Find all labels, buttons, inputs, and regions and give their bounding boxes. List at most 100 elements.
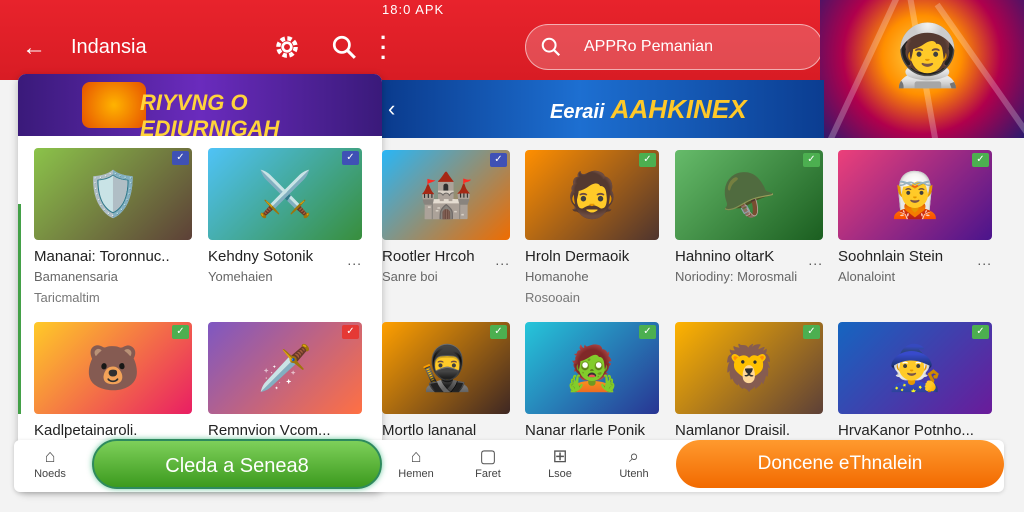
game-title: Namlanor Draisil. <box>675 422 791 439</box>
game-subtitle: Noriodiny: Morosmali <box>675 269 798 284</box>
promo-banner[interactable]: ‹ Eeraii AAHKINEX <box>380 80 824 138</box>
more-options-icon[interactable]: · · · <box>380 27 387 69</box>
check-icon: ✓ <box>639 153 656 167</box>
game-subtitle: Homanohe <box>525 269 589 284</box>
game-title: Mortlo lananal <box>382 422 477 439</box>
game-card[interactable]: 🥷 ✓ Mortlo lananal <box>382 322 510 439</box>
game-title: Soohnlain Stein <box>838 248 944 265</box>
game-thumbnail: 🧔 ✓ <box>525 150 659 240</box>
nav-label: Noeds <box>34 468 66 480</box>
nav-label: Hemen <box>398 468 434 480</box>
check-icon: ✓ <box>172 151 189 165</box>
game-badge-icon <box>82 82 146 128</box>
game-title: Hroln Dermaoik <box>525 248 630 265</box>
check-icon: ✓ <box>972 153 989 167</box>
card-more-icon[interactable]: ... <box>977 252 992 268</box>
library-icon: ⊞ <box>552 446 568 466</box>
nav-label: Lsoe <box>548 468 572 480</box>
game-thumbnail: ⚔️ ✓ <box>208 148 362 240</box>
game-card[interactable]: 🏰 ✓ Rootler Hrcoh Sanre boi... <box>382 150 510 284</box>
check-icon: ✓ <box>490 325 507 339</box>
game-title: HrvaKanor Potnho... <box>838 422 974 439</box>
elf-icon: 🧝 <box>887 171 943 220</box>
game-meta: Taricmaltim <box>34 290 100 305</box>
ninja-icon: 🥷 <box>418 344 474 393</box>
game-subtitle: Yomehaien <box>208 269 273 284</box>
game-title: Nanar rlarle Ponik <box>525 422 646 439</box>
accent-bar <box>18 204 21 414</box>
game-title: Mananai: Toronnuc.. <box>34 248 170 265</box>
game-card[interactable]: 🧝 ✓ Soohnlain Stein Alonaloint... <box>838 150 992 284</box>
game-title: Kehdny Sotonik <box>208 248 314 265</box>
game-thumbnail: 🪖 ✓ <box>675 150 823 240</box>
game-subtitle: Bamanensaria <box>34 269 118 284</box>
nav-item-home[interactable]: ⌂ Noeds <box>20 446 80 480</box>
hero-group-icon: ⚔️ <box>257 170 313 219</box>
card-more-icon[interactable]: ... <box>808 252 823 268</box>
panel-banner-title: RIYVNG O EDIURNIGAH <box>140 90 280 141</box>
search-input[interactable] <box>584 35 804 59</box>
primary-action-button[interactable]: Cleda a Senea8 <box>92 439 382 489</box>
nav-label: Faret <box>475 468 501 480</box>
game-card[interactable]: 🗡️ ✓ Remnvion Vcom... <box>208 322 362 439</box>
page-title: Indansia <box>71 36 147 58</box>
game-title: Hahnino oltarK <box>675 248 775 265</box>
check-icon: ✓ <box>172 325 189 339</box>
game-thumbnail: 🧙 ✓ <box>838 322 992 414</box>
castle-icon: 🏰 <box>418 171 474 220</box>
game-card[interactable]: 🧟 ✓ Nanar rlarle Ponik <box>525 322 659 439</box>
game-thumbnail: 🏰 ✓ <box>382 150 510 240</box>
search-icon <box>541 37 561 57</box>
game-card[interactable]: 🪖 ✓ Hahnino oltarK Noriodiny: Morosmali... <box>675 150 823 284</box>
warrior-icon: 🪖 <box>721 171 777 220</box>
game-card[interactable]: 🧙 ✓ HrvaKanor Potnho... <box>838 322 992 439</box>
wizard-icon: 🧙 <box>887 344 943 393</box>
secondary-action-button[interactable]: Doncene eThnalein <box>676 440 1004 488</box>
game-subtitle: Alonaloint <box>838 269 896 284</box>
game-subtitle: Sanre boi <box>382 269 438 284</box>
game-thumbnail: 🐻 ✓ <box>34 322 192 414</box>
game-card[interactable]: 🧔 ✓ Hroln Dermaoik Homanohe Rosooain <box>525 150 659 305</box>
search-bar[interactable] <box>525 24 823 70</box>
check-icon: ✓ <box>342 325 359 339</box>
check-icon: ✓ <box>803 325 820 339</box>
featured-panel: RIYVNG O EDIURNIGAH 🛡️ ✓ Mananai: Toronn… <box>18 74 382 492</box>
warrior-icon: 🛡️ <box>85 170 141 219</box>
game-thumbnail: 🦁 ✓ <box>675 322 823 414</box>
search-icon[interactable] <box>331 34 357 60</box>
nav-item-search[interactable]: ⌕ Utenh <box>604 446 664 480</box>
card-more-icon[interactable]: ... <box>495 252 510 268</box>
game-card[interactable]: ⚔️ ✓ Kehdny Sotonik Yomehaien ... <box>208 148 362 284</box>
check-icon: ✓ <box>972 325 989 339</box>
game-title: Kadlpetainaroli. <box>34 422 138 439</box>
sword-icon: 🗡️ <box>257 344 313 393</box>
game-meta: Rosooain <box>525 290 580 305</box>
gear-icon[interactable] <box>274 34 300 60</box>
game-thumbnail: 🛡️ ✓ <box>34 148 192 240</box>
nav-item-home[interactable]: ⌂ Hemen <box>386 446 446 480</box>
game-thumbnail: 🥷 ✓ <box>382 322 510 414</box>
game-card[interactable]: 🛡️ ✓ Mananai: Toronnuc.. Bamanensaria Ta… <box>34 148 192 305</box>
nav-item-favorites[interactable]: ▢ Faret <box>458 446 518 480</box>
game-thumbnail: 🧟 ✓ <box>525 322 659 414</box>
game-thumbnail: 🗡️ ✓ <box>208 322 362 414</box>
chevron-left-icon[interactable]: ‹ <box>388 96 395 122</box>
nav-label: Utenh <box>619 468 649 480</box>
check-icon: ✓ <box>639 325 656 339</box>
game-title: Rootler Hrcoh <box>382 248 475 265</box>
creature-icon: 🧟 <box>564 344 620 393</box>
game-card[interactable]: 🐻 ✓ Kadlpetainaroli. <box>34 322 192 439</box>
game-thumbnail: 🧝 ✓ <box>838 150 992 240</box>
check-icon: ✓ <box>490 153 507 167</box>
bookmark-icon: ▢ <box>479 446 497 466</box>
game-card[interactable]: 🦁 ✓ Namlanor Draisil. <box>675 322 823 439</box>
soldier-icon: 🧔 <box>564 171 620 220</box>
panel-banner[interactable]: RIYVNG O EDIURNIGAH <box>18 74 382 141</box>
back-arrow-icon[interactable]: ← <box>22 34 46 62</box>
cartoon-animal-icon: 🐻 <box>85 344 141 393</box>
home-icon: ⌂ <box>410 446 422 466</box>
card-more-icon[interactable]: ... <box>347 252 362 268</box>
nav-item-library[interactable]: ⊞ Lsoe <box>530 446 590 480</box>
search-icon: ⌕ <box>628 446 640 466</box>
beast-icon: 🦁 <box>721 344 777 393</box>
